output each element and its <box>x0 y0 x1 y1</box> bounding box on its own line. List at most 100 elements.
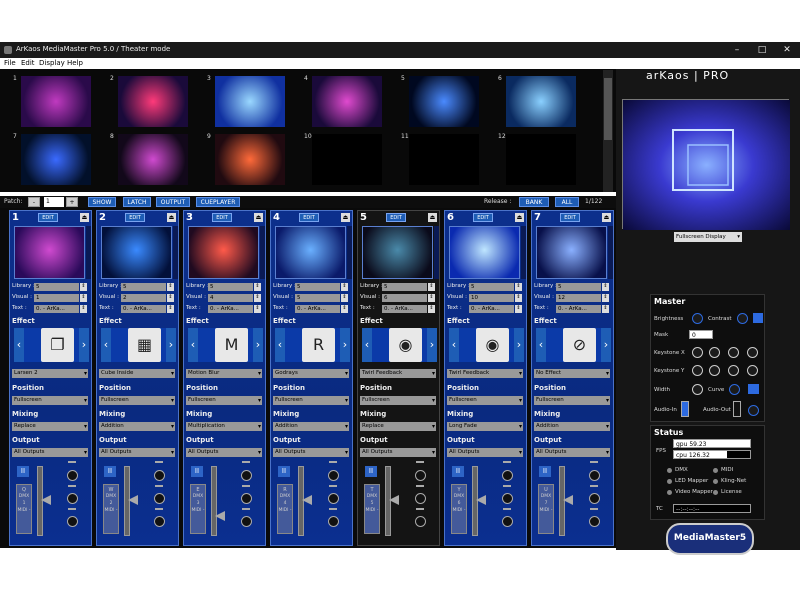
layer-knob-2[interactable] <box>67 493 78 504</box>
text-stepper[interactable]: ⇕ <box>254 305 261 313</box>
close-button[interactable]: ✕ <box>776 43 798 57</box>
position-dropdown[interactable]: Fullscreen ▾ <box>360 396 436 405</box>
menu-display[interactable]: Display <box>39 59 65 67</box>
layer-knob-2[interactable] <box>241 493 252 504</box>
text-stepper[interactable]: ⇕ <box>515 305 522 313</box>
library-field[interactable]: 5 <box>208 283 253 291</box>
show-button[interactable]: SHOW <box>88 197 116 207</box>
keystone-x-knob-1[interactable] <box>692 347 703 358</box>
chevron-left-icon[interactable]: ‹ <box>275 328 285 362</box>
layer-knob-2[interactable] <box>502 493 513 504</box>
visual-field[interactable]: 6 <box>382 294 427 302</box>
curve-button[interactable] <box>748 384 759 394</box>
eject-icon[interactable]: ⏏ <box>341 213 350 222</box>
visual-field[interactable]: 4 <box>208 294 253 302</box>
contrast-knob[interactable] <box>737 313 748 324</box>
text-field[interactable]: 0. - ArKa... <box>295 305 340 313</box>
preview-scrollbar[interactable] <box>86 226 91 279</box>
layer-knob-2[interactable] <box>589 493 600 504</box>
mixing-dropdown[interactable]: Addition ▾ <box>534 422 610 431</box>
text-field[interactable]: 0. - ArKa... <box>208 305 253 313</box>
keystone-y-knob-1[interactable] <box>692 365 703 376</box>
layer-knob-1[interactable] <box>502 470 513 481</box>
text-field[interactable]: 0. - ArKa... <box>34 305 79 313</box>
keystone-x-knob-4[interactable] <box>747 347 758 358</box>
eject-icon[interactable]: ⏏ <box>515 213 524 222</box>
library-field[interactable]: 5 <box>121 283 166 291</box>
library-stepper[interactable]: ⇕ <box>80 283 87 291</box>
bank-button[interactable]: BANK <box>519 197 549 207</box>
maximize-button[interactable]: □ <box>751 43 773 57</box>
mixing-dropdown[interactable]: Replace ▾ <box>360 422 436 431</box>
layer-knob-1[interactable] <box>67 470 78 481</box>
visual-stepper[interactable]: ⇕ <box>80 294 87 302</box>
text-field[interactable]: 0. - ArKa... <box>469 305 514 313</box>
library-field[interactable]: 5 <box>34 283 79 291</box>
keystone-y-knob-4[interactable] <box>747 365 758 376</box>
output-dropdown[interactable]: All Outputs ▾ <box>186 448 262 457</box>
patch-minus-button[interactable]: - <box>28 197 40 207</box>
all-button[interactable]: ALL <box>555 197 579 207</box>
output-dropdown[interactable]: All Outputs ▾ <box>273 448 349 457</box>
position-dropdown[interactable]: Fullscreen ▾ <box>273 396 349 405</box>
edit-button[interactable]: EDIT <box>386 213 406 222</box>
display-select[interactable]: Fullscreen Display ▾ <box>674 232 742 242</box>
brightness-knob[interactable] <box>692 313 703 324</box>
effect-icon[interactable]: R <box>302 328 335 362</box>
chevron-right-icon[interactable]: › <box>601 328 611 362</box>
output-dropdown[interactable]: All Outputs ▾ <box>360 448 436 457</box>
patch-plus-button[interactable]: + <box>66 197 78 207</box>
layer-knob-1[interactable] <box>328 470 339 481</box>
edit-button[interactable]: EDIT <box>212 213 232 222</box>
text-stepper[interactable]: ⇕ <box>341 305 348 313</box>
effect-dropdown[interactable]: Motion Blur ▾ <box>186 369 262 378</box>
mixing-dropdown[interactable]: Long Fade ▾ <box>447 422 523 431</box>
thumbnail-scrollbar[interactable] <box>603 70 613 192</box>
pause-button[interactable]: II <box>539 466 551 477</box>
effect-icon[interactable]: ❐ <box>41 328 74 362</box>
edit-button[interactable]: EDIT <box>473 213 493 222</box>
visual-field[interactable]: 10 <box>469 294 514 302</box>
library-stepper[interactable]: ⇕ <box>254 283 261 291</box>
chevron-left-icon[interactable]: ‹ <box>362 328 372 362</box>
text-stepper[interactable]: ⇕ <box>602 305 609 313</box>
library-field[interactable]: 5 <box>469 283 514 291</box>
visual-field[interactable]: 1 <box>34 294 79 302</box>
thumbnail-12[interactable]: 12 <box>498 133 576 185</box>
library-stepper[interactable]: ⇕ <box>341 283 348 291</box>
thumbnail-7[interactable]: 7 <box>13 133 91 185</box>
text-field[interactable]: 0. - ArKa... <box>382 305 427 313</box>
opacity-fader[interactable] <box>385 466 391 536</box>
opacity-fader[interactable] <box>472 466 478 536</box>
eject-icon[interactable]: ⏏ <box>167 213 176 222</box>
preview-scrollbar[interactable] <box>173 226 178 279</box>
preview-scrollbar[interactable] <box>608 226 613 279</box>
thumbnail-6[interactable]: 6 <box>498 75 576 127</box>
visual-stepper[interactable]: ⇕ <box>515 294 522 302</box>
chevron-right-icon[interactable]: › <box>514 328 524 362</box>
opacity-fader[interactable] <box>298 466 304 536</box>
text-field[interactable]: 0. - ArKa... <box>121 305 166 313</box>
output-button[interactable]: OUTPUT <box>156 197 190 207</box>
mixing-dropdown[interactable]: Multiplication ▾ <box>186 422 262 431</box>
output-dropdown[interactable]: All Outputs ▾ <box>447 448 523 457</box>
pause-button[interactable]: II <box>17 466 29 477</box>
layer-knob-2[interactable] <box>154 493 165 504</box>
opacity-fader[interactable] <box>211 466 217 536</box>
pause-button[interactable]: II <box>365 466 377 477</box>
chevron-left-icon[interactable]: ‹ <box>14 328 24 362</box>
position-dropdown[interactable]: Fullscreen ▾ <box>534 396 610 405</box>
effect-dropdown[interactable]: Cube Inside ▾ <box>99 369 175 378</box>
chevron-right-icon[interactable]: › <box>253 328 263 362</box>
preview-scrollbar[interactable] <box>260 226 265 279</box>
preview-scrollbar[interactable] <box>434 226 439 279</box>
chevron-right-icon[interactable]: › <box>427 328 437 362</box>
visual-stepper[interactable]: ⇕ <box>254 294 261 302</box>
eject-icon[interactable]: ⏏ <box>80 213 89 222</box>
mixing-dropdown[interactable]: Addition ▾ <box>273 422 349 431</box>
effect-dropdown[interactable]: Twirl Feedback ▾ <box>447 369 523 378</box>
eject-icon[interactable]: ⏏ <box>428 213 437 222</box>
layer-knob-3[interactable] <box>415 516 426 527</box>
layer-knob-3[interactable] <box>328 516 339 527</box>
layer-knob-3[interactable] <box>241 516 252 527</box>
